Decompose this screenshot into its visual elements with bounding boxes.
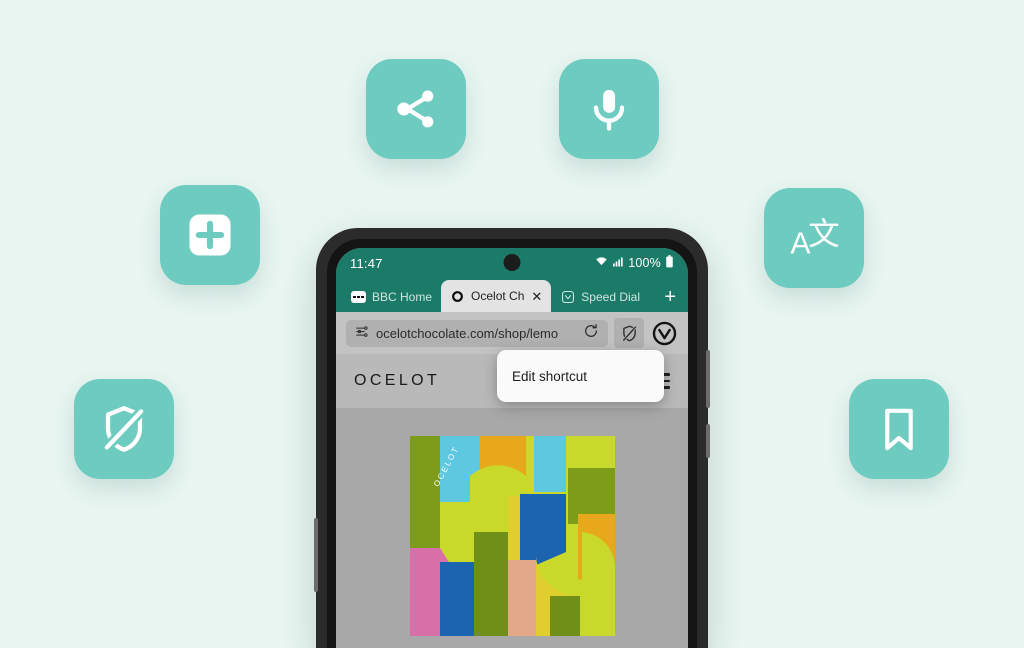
url-input[interactable]: ocelotchocolate.com/shop/lemo	[346, 319, 608, 347]
phone-side-button-right	[706, 350, 710, 408]
front-camera-punch-hole	[503, 254, 521, 271]
web-page-content: OCELOT Edit shortcut OCELOT	[336, 350, 688, 648]
status-indicators: 100%	[595, 255, 674, 271]
tab-strip: BBC Home Ocelot Ch ✕ Speed Dial +	[336, 278, 688, 312]
ocelot-favicon	[450, 289, 465, 304]
translate-icon[interactable]: A 文	[764, 188, 864, 288]
tab-label: BBC Home	[372, 290, 433, 304]
product-image-area: OCELOT	[336, 408, 688, 648]
product-image[interactable]: OCELOT	[409, 436, 615, 636]
tab-close-button[interactable]: ✕	[531, 290, 542, 303]
status-bar: 11:47 100%	[336, 248, 688, 278]
svg-text:文: 文	[808, 216, 839, 252]
site-logo: OCELOT	[354, 372, 441, 389]
new-tab-icon[interactable]	[160, 185, 260, 285]
vivaldi-logo-icon[interactable]	[650, 319, 678, 347]
status-clock: 11:47	[350, 255, 383, 271]
tab-bbc-home[interactable]: BBC Home	[342, 282, 441, 312]
battery-full-icon	[665, 255, 674, 271]
phone-bezel: 11:47 100% BBC Home Ocelot Ch ✕ Speed Di…	[327, 239, 697, 648]
bookmark-icon[interactable]	[849, 379, 949, 479]
url-text: ocelotchocolate.com/shop/lemo	[376, 325, 559, 341]
cellular-signal-icon	[612, 256, 624, 271]
bbc-favicon	[351, 290, 366, 305]
tracker-shield-button[interactable]	[614, 318, 644, 348]
battery-percent-label: 100%	[628, 256, 661, 270]
page-settings-icon[interactable]	[355, 324, 369, 343]
shield-off-icon[interactable]	[74, 379, 174, 479]
edit-shortcut-popup[interactable]: Edit shortcut	[497, 350, 664, 402]
share-icon[interactable]	[366, 59, 466, 159]
new-tab-button[interactable]: +	[664, 287, 676, 312]
phone-screen: 11:47 100% BBC Home Ocelot Ch ✕ Speed Di…	[336, 248, 688, 648]
phone-mockup: 11:47 100% BBC Home Ocelot Ch ✕ Speed Di…	[314, 228, 710, 648]
tab-label: Speed Dial	[581, 290, 641, 304]
phone-side-button-right-2	[706, 424, 710, 458]
tab-ocelot-chocolate[interactable]: Ocelot Ch ✕	[441, 280, 552, 312]
screenshot-canvas: A 文 11:47 100% BBC Home Ocelot Ch ✕ Spee…	[0, 0, 1024, 648]
reload-icon[interactable]	[583, 323, 599, 344]
tab-speed-dial[interactable]: Speed Dial	[551, 282, 649, 312]
wifi-icon	[595, 255, 608, 271]
tab-label: Ocelot Ch	[471, 289, 525, 303]
microphone-icon[interactable]	[559, 59, 659, 159]
speed-dial-icon	[560, 290, 575, 305]
url-bar-row: ocelotchocolate.com/shop/lemo	[336, 312, 688, 354]
phone-side-button-left	[314, 518, 318, 592]
